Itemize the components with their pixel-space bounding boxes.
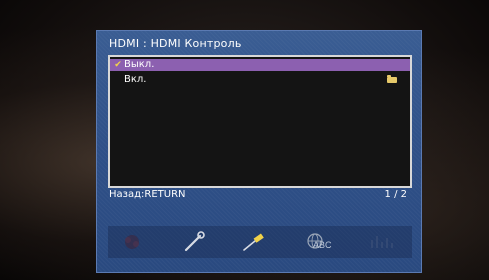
icon-bar: ABC: [108, 226, 412, 258]
list-item-on[interactable]: Вкл.: [110, 74, 410, 86]
wrench-icon[interactable]: [176, 230, 212, 254]
language-globe-icon[interactable]: ABC: [300, 230, 336, 254]
options-list: ✔ Выкл. Вкл.: [108, 55, 412, 188]
list-item-off[interactable]: ✔ Выкл.: [110, 59, 410, 71]
page-indicator: 1 / 2: [384, 189, 407, 200]
menu-panel: HDMI : HDMI Контроль ✔ Выкл. Вкл. Назад:…: [96, 30, 422, 273]
list-item-label: Выкл.: [124, 59, 155, 70]
folder-icon: [387, 75, 397, 83]
list-item-label: Вкл.: [124, 74, 147, 85]
equalizer-icon[interactable]: [364, 230, 400, 254]
checkmark-icon: ✔: [114, 60, 122, 70]
speaker-setup-icon[interactable]: [114, 230, 150, 254]
abc-label: ABC: [313, 240, 332, 250]
hdmi-cable-icon[interactable]: [236, 230, 272, 254]
back-hint: Назад:RETURN: [109, 189, 186, 200]
page-title: HDMI : HDMI Контроль: [109, 37, 242, 50]
